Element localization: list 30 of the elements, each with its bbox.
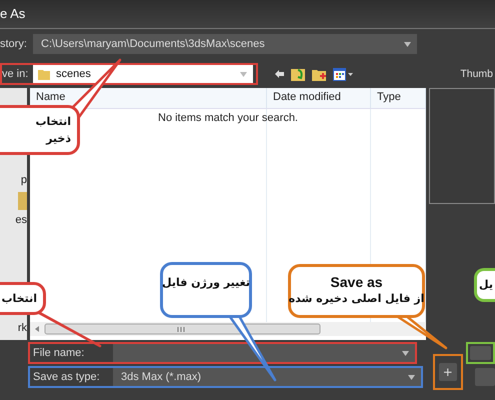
file-type-dropdown[interactable]: 3ds Max (*.max) xyxy=(113,368,422,386)
empty-message: No items match your search. xyxy=(158,112,298,124)
back-arrow-icon[interactable] xyxy=(275,70,284,78)
dropdown-arrow-icon[interactable] xyxy=(402,350,410,356)
place-item[interactable]: es xyxy=(15,214,27,226)
scroll-bar[interactable] xyxy=(30,322,426,336)
thumbnail-label: Thumb xyxy=(460,68,493,80)
field-label: File name: xyxy=(32,347,86,359)
callout-bubble: انتخاب ذخیر xyxy=(0,105,80,156)
callout-bubble: انتخاب xyxy=(0,282,46,316)
place-item[interactable]: p xyxy=(20,174,27,186)
window-title: e As xyxy=(0,0,495,29)
view-menu-icon[interactable] xyxy=(333,68,353,80)
add-button[interactable]: + xyxy=(438,363,457,381)
up-folder-icon[interactable] xyxy=(291,67,305,81)
dropdown-arrow-icon[interactable] xyxy=(408,374,416,380)
dropdown-arrow-icon[interactable] xyxy=(404,42,411,46)
folder-icon xyxy=(18,192,27,210)
history-dropdown[interactable]: C:\Users\maryam\Documents\3dsMax\scenes xyxy=(33,34,417,54)
callout-bubble: یل xyxy=(474,268,495,302)
column-header[interactable]: Date modified xyxy=(267,88,371,108)
folder-icon xyxy=(38,68,50,80)
column-header[interactable]: Type xyxy=(371,88,426,108)
field-label: Save as type: xyxy=(32,371,101,383)
folder-dropdown[interactable]: scenes xyxy=(33,65,253,83)
field-label: story: xyxy=(0,38,28,50)
field-label: ve in: xyxy=(2,68,30,80)
place-item[interactable]: rk xyxy=(18,322,27,334)
file-name-field[interactable] xyxy=(113,344,416,362)
new-folder-icon[interactable] xyxy=(312,68,326,80)
